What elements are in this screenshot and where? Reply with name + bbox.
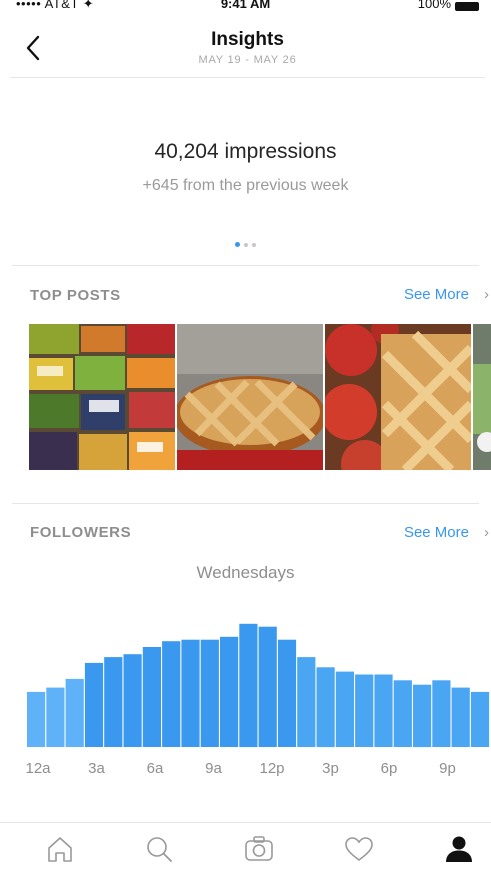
divider — [12, 503, 479, 504]
fruit-market-photo — [29, 324, 175, 470]
page-dot[interactable] — [252, 242, 256, 247]
tab-search[interactable] — [143, 833, 175, 865]
chart-bar — [84, 662, 104, 747]
chart-title: Wednesdays — [196, 563, 295, 582]
chart-bar — [374, 674, 393, 747]
partial-photo — [473, 324, 491, 470]
camera-icon — [245, 836, 273, 861]
x-tick-label: 12a — [25, 760, 51, 777]
post-thumbnail[interactable] — [29, 324, 175, 470]
lattice-pie-photo — [177, 324, 323, 470]
chart-bar — [297, 657, 316, 747]
chart-bar — [355, 674, 374, 747]
profile-icon — [446, 836, 472, 862]
impressions-count: 40,204 impressions — [154, 140, 337, 163]
tab-bar — [0, 822, 491, 869]
divider — [12, 265, 479, 266]
followers-bar-chart: 12a 3a 6a 9a 12p 3p 6p 9p — [25, 623, 490, 777]
chart-bar — [104, 657, 123, 747]
date-range: MAY 19 - MAY 26 — [198, 54, 297, 66]
page-indicator[interactable] — [0, 236, 491, 248]
page-dot[interactable] — [244, 242, 248, 247]
impressions-delta: +645 from the previous week — [142, 177, 349, 194]
chart-bar — [413, 684, 432, 748]
chart-bar — [470, 691, 490, 747]
x-tick-label: 9a — [205, 760, 222, 777]
chart-bar — [220, 636, 239, 747]
chart-bar — [142, 647, 161, 747]
top-posts-heading: TOP POSTS — [30, 287, 121, 304]
chart-bar — [393, 680, 412, 747]
chart-bar — [123, 654, 142, 747]
top-posts-see-more-link[interactable]: See More — [404, 286, 469, 303]
chart-bar — [27, 691, 46, 747]
chart-bar — [451, 687, 470, 747]
tab-camera[interactable] — [243, 833, 275, 865]
page-title: Insights — [211, 29, 284, 50]
x-tick-label: 12p — [259, 760, 284, 777]
tab-profile[interactable] — [443, 833, 475, 865]
followers-see-more-link[interactable]: See More — [404, 524, 469, 541]
chart-bar — [162, 641, 181, 747]
post-thumbnail[interactable] — [177, 324, 323, 470]
chart-bar — [65, 678, 84, 747]
search-icon — [147, 837, 172, 862]
chart-bar — [335, 671, 354, 747]
battery-icon — [455, 2, 479, 11]
chart-bar — [46, 687, 65, 747]
x-tick-label: 6a — [147, 760, 164, 777]
chart-bar — [181, 639, 200, 747]
status-bar: ••••• AT&T ✦ 9:41 AM 100% — [0, 0, 491, 20]
chevron-right-icon: › — [484, 286, 489, 303]
post-thumbnail[interactable] — [325, 324, 471, 470]
apple-pie-photo — [325, 324, 471, 470]
chart-bar — [277, 639, 297, 747]
chart-bar — [200, 639, 219, 747]
tab-activity[interactable] — [343, 833, 375, 865]
chart-bar — [258, 626, 277, 747]
followers-heading: FOLLOWERS — [30, 524, 132, 541]
heart-icon — [345, 837, 373, 861]
battery-percent: 100% — [417, 0, 451, 11]
chevron-right-icon: › — [484, 524, 489, 541]
post-thumbnail[interactable] — [473, 324, 491, 470]
page-dot[interactable] — [235, 242, 240, 248]
nav-header: Insights MAY 19 - MAY 26 — [10, 20, 485, 78]
chart-bar — [239, 623, 258, 748]
tab-home[interactable] — [44, 833, 76, 865]
home-icon — [48, 837, 72, 862]
x-tick-label: 3a — [88, 760, 105, 777]
x-tick-label: 9p — [439, 760, 456, 777]
chart-bar — [316, 667, 335, 748]
top-posts-strip — [29, 324, 491, 470]
x-tick-label: 6p — [381, 760, 398, 777]
x-tick-label: 3p — [322, 760, 339, 777]
chart-bar — [432, 680, 451, 747]
